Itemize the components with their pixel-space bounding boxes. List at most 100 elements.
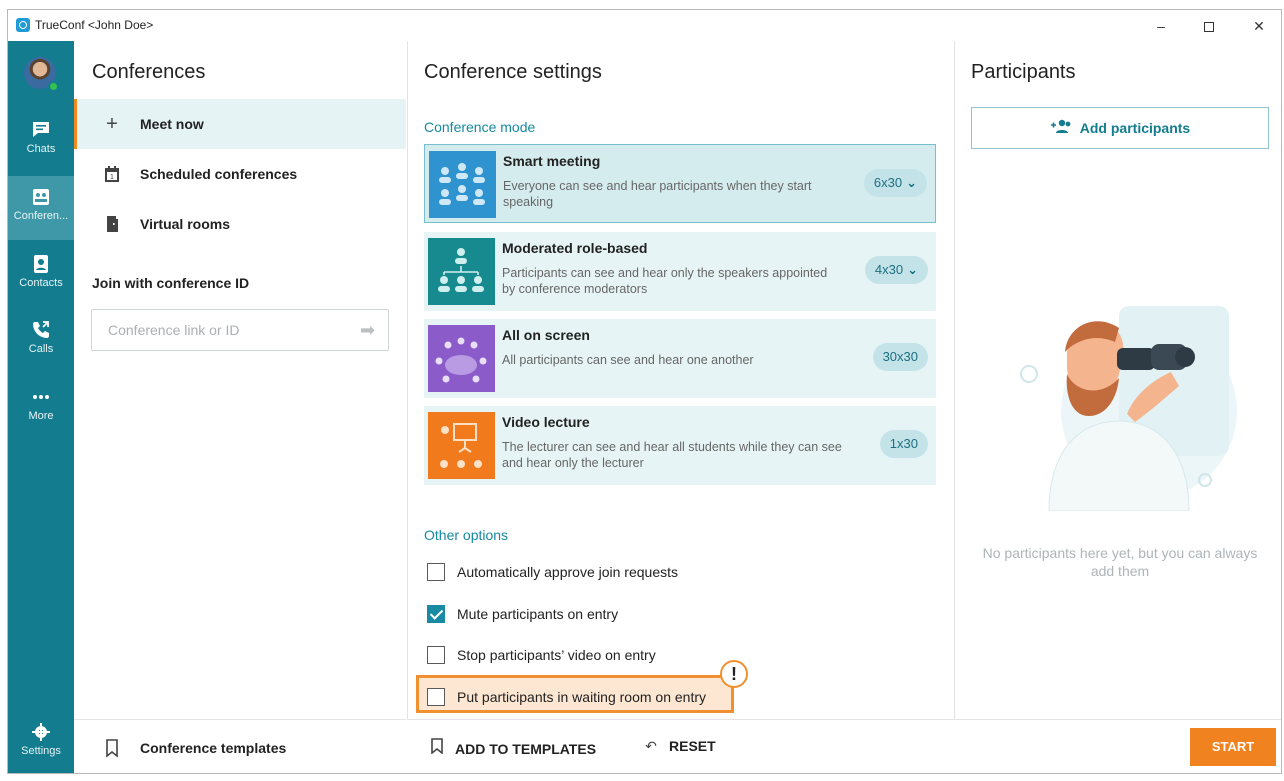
mode-description: The lecturer can see and hear all studen… bbox=[502, 440, 842, 470]
conferences-panel: Conferences + Meet now 1 Scheduled confe… bbox=[74, 41, 407, 773]
reset-button[interactable]: ↶ RESET bbox=[641, 738, 716, 760]
menu-item-meet-now[interactable]: + Meet now bbox=[74, 99, 406, 149]
mode-card-smart-meeting[interactable]: Smart meeting Everyone can see and hear … bbox=[424, 144, 936, 223]
empty-participants-text: No participants here yet, but you can al… bbox=[982, 545, 1258, 579]
rail-item-label: Chats bbox=[26, 143, 56, 155]
maximize-button[interactable] bbox=[1194, 15, 1224, 37]
smart-meeting-icon bbox=[429, 151, 496, 218]
bookmark-icon bbox=[106, 739, 118, 758]
conference-templates-row[interactable]: Conference templates bbox=[74, 719, 406, 773]
chevron-down-icon: ⌄ bbox=[906, 175, 917, 190]
option-label: Automatically approve join requests bbox=[457, 564, 679, 580]
add-user-icon bbox=[1050, 108, 1072, 148]
conference-id-input[interactable] bbox=[91, 309, 389, 351]
menu-item-virtual-rooms[interactable]: Virtual rooms bbox=[74, 199, 406, 249]
trueconf-logo-icon bbox=[16, 18, 30, 32]
rail-item-more[interactable]: More bbox=[8, 376, 74, 440]
bookmark-icon bbox=[427, 738, 447, 757]
mode-name: Moderated role-based bbox=[502, 240, 648, 256]
calls-icon bbox=[33, 321, 49, 338]
capacity-value: 6x30 bbox=[873, 175, 903, 190]
conference-templates-label: Conference templates bbox=[140, 740, 287, 756]
mode-name: Video lecture bbox=[502, 414, 590, 430]
capacity-value: 1x30 bbox=[889, 436, 918, 451]
reset-label: RESET bbox=[669, 738, 716, 754]
add-participants-label: Add participants bbox=[1079, 120, 1191, 136]
option-label: Stop participants’ video on entry bbox=[457, 647, 656, 663]
menu-item-scheduled-conferences[interactable]: 1 Scheduled conferences bbox=[74, 149, 406, 199]
rail-item-label: Contacts bbox=[19, 277, 63, 289]
chevron-down-icon: ⌄ bbox=[907, 262, 918, 277]
conference-settings-title: Conference settings bbox=[424, 61, 602, 83]
mute-on-entry-checkbox[interactable] bbox=[427, 605, 445, 623]
auto-approve-checkbox[interactable] bbox=[427, 563, 445, 581]
rail-item-label: Calls bbox=[28, 343, 54, 355]
stop-video-checkbox[interactable] bbox=[427, 646, 445, 664]
add-participants-button[interactable]: Add participants bbox=[971, 107, 1269, 149]
option-label: Put participants in waiting room on entr… bbox=[457, 689, 707, 705]
navigation-rail: Chats Conferen... Contacts Calls More Se… bbox=[8, 41, 74, 773]
maximize-icon bbox=[1204, 22, 1214, 33]
other-options-label: Other options bbox=[424, 527, 509, 543]
capacity-badge: 30x30 bbox=[872, 343, 928, 371]
rail-item-conferences[interactable]: Conferen... bbox=[8, 176, 74, 240]
conference-mode-label: Conference mode bbox=[424, 119, 536, 135]
plus-icon: + bbox=[106, 113, 118, 135]
rail-item-calls[interactable]: Calls bbox=[8, 309, 74, 373]
mode-name: Smart meeting bbox=[503, 153, 601, 169]
svg-text:1: 1 bbox=[110, 174, 114, 181]
more-icon bbox=[33, 395, 49, 399]
rail-item-label: Conferen... bbox=[13, 210, 69, 222]
mode-card-all-on-screen[interactable]: All on screen All participants can see a… bbox=[424, 319, 936, 398]
start-button[interactable]: START bbox=[1190, 728, 1276, 766]
conference-settings-panel: Conference settings Conference mode Smar… bbox=[407, 41, 954, 773]
add-to-templates-button[interactable]: ADD TO TEMPLATES bbox=[427, 738, 596, 760]
arrow-right-icon[interactable]: ➡ bbox=[360, 321, 378, 339]
title-bar: TrueConf <John Doe> – ✕ bbox=[8, 10, 1281, 41]
empty-state-illustration bbox=[1020, 306, 1237, 511]
add-to-templates-label: ADD TO TEMPLATES bbox=[455, 741, 597, 757]
close-button[interactable]: ✕ bbox=[1244, 15, 1274, 37]
mode-card-video-lecture[interactable]: Video lecture The lecturer can see and h… bbox=[424, 406, 936, 485]
mode-name: All on screen bbox=[502, 327, 590, 343]
rail-item-settings[interactable]: Settings bbox=[8, 711, 74, 773]
undo-icon: ↶ bbox=[645, 738, 657, 754]
mode-description: Everyone can see and hear participants w… bbox=[503, 179, 812, 209]
moderated-role-based-icon bbox=[428, 238, 495, 305]
warning-icon: ! bbox=[720, 660, 748, 688]
capacity-dropdown[interactable]: 6x30 ⌄ bbox=[863, 169, 927, 197]
participants-footer: START bbox=[954, 719, 1281, 773]
rail-item-chats[interactable]: Chats bbox=[8, 109, 74, 173]
video-lecture-icon bbox=[428, 412, 495, 479]
minimize-button[interactable]: – bbox=[1146, 15, 1176, 37]
waiting-room-checkbox[interactable] bbox=[427, 688, 445, 706]
option-label: Mute participants on entry bbox=[457, 606, 619, 622]
capacity-value: 4x30 bbox=[874, 262, 904, 277]
gear-icon bbox=[32, 723, 50, 741]
conference-icon bbox=[33, 189, 49, 205]
settings-footer: ADD TO TEMPLATES ↶ RESET bbox=[407, 719, 954, 773]
capacity-dropdown[interactable]: 4x30 ⌄ bbox=[864, 256, 928, 284]
menu-item-label: Virtual rooms bbox=[140, 216, 230, 232]
calendar-icon: 1 bbox=[105, 166, 119, 182]
participants-panel: Participants Add participants No partici… bbox=[954, 41, 1281, 773]
conferences-title: Conferences bbox=[92, 61, 206, 83]
app-window: TrueConf <John Doe> – ✕ Chats Conferen..… bbox=[7, 9, 1282, 774]
all-on-screen-icon bbox=[428, 325, 495, 392]
mode-description: Participants can see and hear only the s… bbox=[502, 266, 828, 296]
contacts-icon bbox=[34, 255, 48, 273]
participants-title: Participants bbox=[971, 61, 1076, 83]
capacity-badge: 1x30 bbox=[879, 430, 928, 458]
chat-icon bbox=[33, 122, 49, 137]
rail-item-label: More bbox=[28, 410, 54, 422]
rail-item-label: Settings bbox=[21, 745, 61, 757]
window-title: TrueConf <John Doe> bbox=[35, 18, 154, 32]
mode-card-moderated-role-based[interactable]: Moderated role-based Participants can se… bbox=[424, 232, 936, 311]
rail-item-contacts[interactable]: Contacts bbox=[8, 243, 74, 307]
menu-item-label: Meet now bbox=[140, 116, 204, 132]
menu-item-label: Scheduled conferences bbox=[140, 166, 298, 182]
door-icon bbox=[107, 216, 118, 232]
mode-description: All participants can see and hear one an… bbox=[502, 353, 754, 367]
online-status-icon bbox=[48, 81, 59, 92]
capacity-value: 30x30 bbox=[882, 349, 918, 364]
